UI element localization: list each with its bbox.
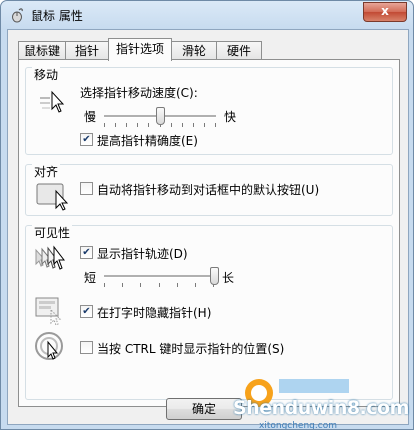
trails-slider-thumb[interactable] (210, 267, 219, 285)
speed-label: 选择指针移动速度(C): (80, 86, 198, 100)
snap-checkbox[interactable] (80, 182, 93, 195)
slow-label: 慢 (84, 110, 97, 124)
short-label: 短 (84, 271, 97, 285)
tab-buttons[interactable]: 鼠标键 (18, 41, 66, 60)
tab-hardware[interactable]: 硬件 (216, 41, 262, 60)
trails-label[interactable]: 显示指针轨迹(D) (97, 245, 188, 262)
mouse-properties-window: 鼠标 属性 x 鼠标键 指针 指针选项 滑轮 硬件 移动 选择指针移动速度(C)… (0, 0, 414, 430)
trails-slider-track[interactable] (104, 275, 214, 278)
mouse-icon (12, 8, 23, 23)
pointer-options-panel: 移动 选择指针移动速度(C): 慢 快 ✔ 提高指针精确度(E) 对齐 自动将指… (18, 59, 400, 407)
speed-slider-thumb[interactable] (156, 107, 165, 125)
title-bar[interactable]: 鼠标 属性 x (1, 1, 413, 29)
snap-group-label: 对齐 (32, 163, 61, 180)
dialog-client-area: 鼠标键 指针 指针选项 滑轮 硬件 移动 选择指针移动速度(C): 慢 快 ✔ … (7, 29, 409, 425)
tab-wheel[interactable]: 滑轮 (171, 41, 217, 60)
precision-label[interactable]: 提高指针精确度(E) (97, 132, 198, 149)
precision-checkbox[interactable]: ✔ (80, 133, 93, 146)
snap-label[interactable]: 自动将指针移动到对话框中的默认按钮(U) (97, 181, 319, 198)
visibility-group-label: 可见性 (32, 224, 73, 241)
tab-pointer-options[interactable]: 指针选项 (108, 38, 172, 61)
trails-slider-ticks (104, 283, 214, 287)
fast-label: 快 (224, 110, 237, 124)
watermark-sub: xitongcheng.com (259, 421, 337, 430)
motion-group: 移动 选择指针移动速度(C): 慢 快 ✔ 提高指针精确度(E) (25, 66, 393, 155)
snap-group: 对齐 自动将指针移动到对话框中的默认按钮(U) (25, 163, 393, 216)
tab-pointers[interactable]: 指针 (65, 41, 109, 60)
long-label: 长 (222, 271, 235, 285)
hide-pointer-icon (35, 297, 62, 326)
ctrl-locate-label[interactable]: 当按 CTRL 键时显示指针的位置(S) (97, 340, 284, 357)
hide-typing-checkbox[interactable]: ✔ (80, 305, 93, 318)
ctrl-locate-checkbox[interactable] (80, 341, 93, 354)
snap-to-button-icon (36, 183, 69, 211)
close-button[interactable]: x (363, 2, 407, 22)
hide-typing-label[interactable]: 在打字时隐藏指针(H) (97, 304, 211, 321)
ok-button[interactable]: 确定 (166, 398, 242, 420)
window-title: 鼠标 属性 (31, 9, 83, 23)
locate-pointer-icon (35, 332, 63, 360)
pointer-trails-icon (35, 245, 66, 270)
pointer-speed-icon (40, 90, 65, 113)
motion-group-label: 移动 (32, 66, 61, 83)
trails-checkbox[interactable]: ✔ (80, 246, 93, 259)
watermark-site: Shenduwin8.com (233, 397, 409, 419)
